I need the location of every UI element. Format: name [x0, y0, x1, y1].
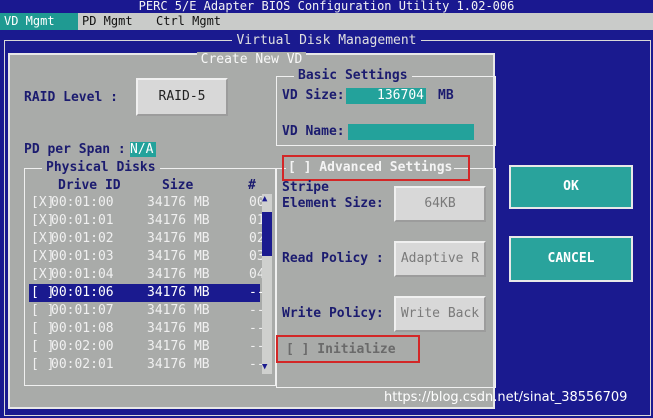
section-title: Virtual Disk Management [0, 33, 653, 49]
vd-name-field[interactable] [348, 124, 474, 140]
disk-row[interactable]: [ ] 00:02:00 34176 MB -- [29, 338, 265, 356]
disk-row[interactable]: [ ] 00:01:07 34176 MB -- [29, 302, 265, 320]
scrollbar-thumb[interactable] [262, 212, 272, 256]
raid-level-label: RAID Level : [24, 90, 118, 105]
stripe-size-button[interactable]: 64KB [394, 186, 486, 222]
scroll-down-icon[interactable]: ▼ [262, 362, 267, 372]
pd-per-span-label: PD per Span : [24, 142, 126, 157]
watermark: https://blog.csdn.net/sinat_38556709 [384, 390, 628, 405]
disk-row[interactable]: [X] 00:01:01 34176 MB 01 [29, 212, 265, 230]
disk-row[interactable]: [X] 00:01:03 34176 MB 03 [29, 248, 265, 266]
physical-disk-list: [X] 00:01:00 34176 MB 00 [X] 00:01:01 34176 M… [29, 176, 274, 374]
menu-ctrl-mgmt[interactable]: Ctrl Mgmt [152, 13, 225, 30]
vd-size-unit: MB [438, 88, 454, 103]
cancel-button[interactable]: CANCEL [509, 236, 633, 282]
write-policy-button[interactable]: Write Back [394, 296, 486, 332]
disk-row[interactable]: [ ] 00:01:08 34176 MB -- [29, 320, 265, 338]
ok-button[interactable]: OK [509, 165, 633, 209]
vd-name-label: VD Name: [282, 124, 345, 139]
disk-row-selected[interactable]: [ ] 00:01:06 34176 MB -- [29, 284, 265, 302]
read-policy-button[interactable]: Adaptive R [394, 241, 486, 277]
disk-row[interactable]: [X] 00:01:00 34176 MB 00 [29, 194, 265, 212]
menu-bar: VD Mgmt PD Mgmt Ctrl Mgmt [0, 13, 653, 30]
read-policy-label: Read Policy : [282, 251, 384, 266]
window-title: PERC 5/E Adapter BIOS Configuration Util… [0, 0, 653, 13]
vd-size-field[interactable]: 136704 [346, 88, 426, 104]
initialize-highlight [276, 335, 420, 363]
menu-pd-mgmt[interactable]: PD Mgmt [78, 13, 137, 30]
raid-level-button[interactable]: RAID-5 [136, 78, 228, 116]
disk-row[interactable]: [X] 00:01:04 34176 MB 04 [29, 266, 265, 284]
pd-per-span-field[interactable]: N/A [130, 142, 156, 157]
disk-row[interactable]: [ ] 00:02:01 34176 MB -- [29, 356, 265, 374]
scroll-up-icon[interactable]: ▲ [262, 194, 267, 204]
element-size-label: Element Size: [282, 196, 384, 211]
basic-settings-title: Basic Settings [294, 68, 412, 84]
disk-row[interactable]: [X] 00:01:02 34176 MB 02 [29, 230, 265, 248]
menu-vd-mgmt[interactable]: VD Mgmt [0, 13, 78, 30]
dialog-title: Create New VD [8, 52, 495, 68]
stripe-label: Stripe [282, 180, 329, 195]
advanced-settings-highlight [282, 155, 470, 181]
vd-size-label: VD Size: [282, 88, 345, 103]
physical-disks-title: Physical Disks [42, 160, 160, 176]
write-policy-label: Write Policy: [282, 306, 384, 321]
